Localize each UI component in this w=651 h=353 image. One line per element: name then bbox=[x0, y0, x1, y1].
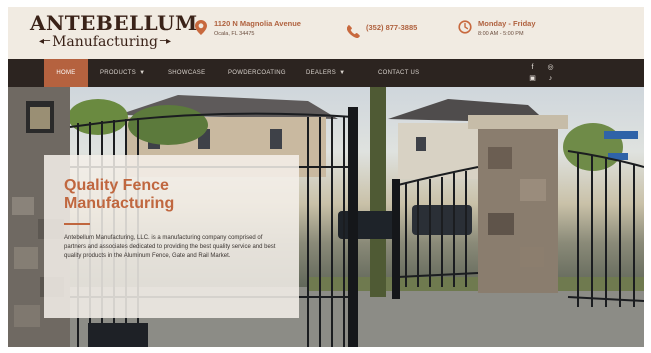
tiktok-icon[interactable]: ♪ bbox=[546, 74, 555, 83]
chevron-down-icon: ▼ bbox=[139, 70, 146, 76]
chevron-down-icon: ▼ bbox=[339, 70, 346, 76]
nav-products[interactable]: Products ▼ bbox=[100, 59, 145, 87]
facebook-icon[interactable]: f bbox=[528, 63, 537, 72]
page: ANTEBELLUM ◂─ Manufacturing ─▸ 1120 N Ma… bbox=[8, 7, 644, 347]
logo-left-arrow-icon: ◂─ bbox=[39, 36, 51, 47]
address-line2: Ocala, FL 34475 bbox=[214, 31, 255, 37]
nav-powdercoating[interactable]: Powdercoating bbox=[228, 59, 286, 87]
hero-text-card: Quality Fence Manufacturing Antebellum M… bbox=[44, 155, 299, 318]
hours-block: Monday - Friday 8:00 AM - 5:00 PM bbox=[458, 19, 536, 39]
brand-logo[interactable]: ANTEBELLUM ◂─ Manufacturing ─▸ bbox=[30, 11, 198, 54]
clock-icon bbox=[458, 19, 472, 35]
header: ANTEBELLUM ◂─ Manufacturing ─▸ 1120 N Ma… bbox=[8, 7, 644, 59]
phone-icon bbox=[346, 23, 360, 39]
logo-name-bottom: Manufacturing bbox=[52, 34, 158, 50]
title-divider bbox=[64, 223, 90, 225]
hours-time: 8:00 AM - 5:00 PM bbox=[478, 31, 524, 37]
hours-days: Monday - Friday bbox=[478, 19, 536, 28]
logo-name-top: ANTEBELLUM bbox=[30, 11, 198, 35]
address-line1: 1120 N Magnolia Avenue bbox=[214, 19, 301, 28]
phone-number: (352) 877-3885 bbox=[366, 23, 418, 32]
nav-home[interactable]: Home bbox=[44, 59, 88, 87]
hero-title: Quality Fence Manufacturing bbox=[64, 177, 175, 212]
map-pin-icon bbox=[194, 19, 208, 35]
hero-description: Antebellum Manufacturing, LLC. is a manu… bbox=[64, 235, 276, 259]
logo-right-arrow-icon: ─▸ bbox=[159, 36, 171, 47]
phone-block[interactable]: (352) 877-3885 bbox=[346, 23, 417, 39]
address-block: 1120 N Magnolia Avenue Ocala, FL 34475 bbox=[194, 19, 301, 39]
nav-contact-us[interactable]: Contact Us bbox=[378, 59, 419, 87]
nav-showcase[interactable]: Showcase bbox=[168, 59, 205, 87]
nav-dealers[interactable]: Dealers ▼ bbox=[306, 59, 345, 87]
main-nav: Home Products ▼ Showcase Powdercoating De… bbox=[8, 59, 644, 87]
youtube-icon[interactable]: ▣ bbox=[528, 74, 537, 83]
instagram-icon[interactable]: ◎ bbox=[546, 63, 555, 72]
